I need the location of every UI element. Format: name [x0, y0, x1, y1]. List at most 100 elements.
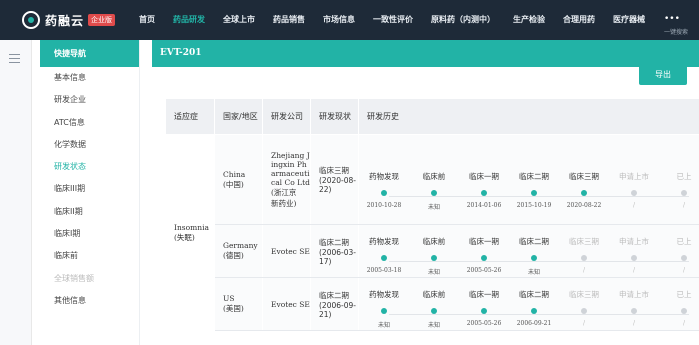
- nav-more-button[interactable]: ••• 一键搜索: [660, 0, 694, 40]
- timeline-stage: 申请上市 /: [609, 289, 659, 329]
- sidebar-item[interactable]: ATC信息: [40, 112, 139, 134]
- sidebar-item[interactable]: 其他信息: [40, 290, 139, 312]
- stage-pending-dot: [631, 189, 637, 196]
- stage-date: 未知: [377, 322, 390, 329]
- sidebar-item[interactable]: 临床I期: [40, 223, 139, 245]
- top-navigation-bar: 药融云 企业版 首页 药品研发 全球上市 药品销售 市场信息 一致性评价 原料药（内测中）生…: [0, 0, 699, 40]
- stage-complete-dot: [431, 189, 437, 196]
- main-content: EVT-201 导出 适应症 国家/地区 研发公司 研发现状 研发历史 Insomnia…: [152, 40, 699, 345]
- country-cell: Germany (德国): [214, 224, 263, 278]
- timeline-stage: 已上 /: [659, 289, 699, 329]
- stage-label: 药物发现: [369, 290, 399, 299]
- stage-date: 2005-05-26: [466, 320, 502, 327]
- stage-date: /: [682, 320, 686, 327]
- sidebar-item[interactable]: 研发企业: [40, 89, 139, 111]
- stage-date: /: [632, 201, 636, 209]
- export-button[interactable]: 导出: [639, 65, 687, 85]
- menu-icon[interactable]: [9, 54, 20, 63]
- sidebar-collapse-rail: [0, 40, 32, 345]
- nav-item[interactable]: 药品销售: [264, 0, 314, 40]
- column-header: 研发公司: [262, 98, 311, 135]
- stage-pending-dot: [581, 255, 587, 261]
- stage-label: 临床三期: [569, 171, 599, 181]
- stage-label: 临床二期: [519, 171, 549, 181]
- stage-date: 2010-10-28: [366, 201, 402, 209]
- timeline-stage: 临床三期 /: [559, 289, 609, 329]
- sidebar-item[interactable]: 临床II期: [40, 201, 139, 223]
- nav-item[interactable]: 药品研发: [164, 0, 214, 40]
- company-cell: Evotec SE: [262, 224, 311, 278]
- nav-item[interactable]: 原料药（内测中）: [422, 0, 504, 40]
- column-header: 研发历史: [358, 98, 699, 135]
- timeline-stage: 药物发现 2010-10-28: [359, 171, 409, 211]
- sidebar-item[interactable]: 基本信息: [40, 67, 139, 89]
- quick-search-label[interactable]: 一键搜索: [664, 27, 688, 36]
- stage-label: 临床前: [422, 290, 446, 299]
- development-timeline: 药物发现 2005-03-18 临床前 未知 临床一期 2005-05-26 临床二期 未知临…: [359, 226, 699, 276]
- timeline-stage: 临床前 未知: [409, 171, 459, 211]
- sidebar-item[interactable]: 研发状态: [40, 156, 139, 178]
- nav-item[interactable]: 生产检验: [504, 0, 554, 40]
- country-cell: US (美国): [214, 277, 263, 331]
- sidebar-item[interactable]: 化学数据: [40, 134, 139, 156]
- country-cell: China (中国): [214, 134, 263, 225]
- timeline-stage: 临床二期 未知: [509, 236, 559, 276]
- stage-complete-dot: [381, 189, 387, 196]
- stage-date: 未知: [427, 322, 440, 329]
- timeline-track: [389, 195, 689, 197]
- brand-logo[interactable]: 药融云 企业版: [0, 11, 130, 29]
- timeline-track: [389, 261, 689, 262]
- table-row: Germany (德国) Evotec SE 临床二期 (2006-03- 17) 药物发现…: [166, 224, 699, 278]
- stage-label: 临床前: [422, 237, 446, 246]
- timeline-stage: 临床前 未知: [409, 236, 459, 276]
- logo-icon: [22, 11, 40, 29]
- column-header: 研发现状: [310, 98, 359, 135]
- timeline-stage: 申请上市 /: [609, 236, 659, 276]
- stage-complete-dot: [481, 255, 487, 261]
- stage-label: 临床一期: [469, 290, 499, 299]
- table-row: Insomnia (失眠) China (中国) Zhejiang Jingxin Ph…: [165, 134, 699, 331]
- stage-complete-dot: [531, 255, 537, 261]
- stage-pending-dot: [681, 308, 687, 314]
- stage-label: 已上: [676, 171, 692, 181]
- nav-item[interactable]: 合理用药: [554, 0, 604, 40]
- nav-item[interactable]: 市场信息: [314, 0, 364, 40]
- stage-label: 临床一期: [469, 171, 499, 181]
- stage-date: 未知: [427, 203, 440, 211]
- table-header-row: 适应症 国家/地区 研发公司 研发现状 研发历史: [165, 98, 699, 135]
- timeline-stage: 临床前 未知: [409, 289, 459, 329]
- stage-date: /: [682, 201, 686, 209]
- status-cell: 临床二期 (2006-09- 21): [310, 277, 359, 331]
- main-nav: 首页 药品研发 全球上市 药品销售 市场信息 一致性评价 原料药（内测中） 生产检验 合理用药医…: [130, 0, 654, 40]
- timeline-stage: 已上 /: [659, 171, 699, 211]
- stage-label: 已上: [676, 290, 692, 299]
- sidebar-item[interactable]: 全球销售额: [40, 268, 139, 290]
- stage-complete-dot: [381, 308, 387, 314]
- nav-item[interactable]: 一致性评价: [364, 0, 422, 40]
- stage-label: 申请上市: [619, 290, 649, 299]
- column-header: 国家/地区: [214, 98, 263, 135]
- brand-name: 药融云: [45, 13, 85, 28]
- column-header: 适应症: [165, 98, 215, 135]
- sidebar-item[interactable]: 临床前: [40, 245, 139, 267]
- stage-label: 申请上市: [619, 237, 649, 246]
- sidebar-item[interactable]: 临床III期: [40, 178, 139, 200]
- stage-pending-dot: [631, 308, 637, 314]
- development-timeline: 药物发现 未知 临床前 未知 临床一期 2005-05-26 临床二期 2006-09-21 临…: [359, 279, 699, 329]
- stage-date: /: [632, 267, 636, 274]
- nav-item[interactable]: 首页: [130, 0, 164, 40]
- stage-date: /: [682, 267, 686, 274]
- stage-date: 2015-10-19: [516, 201, 552, 209]
- stage-pending-dot: [631, 255, 637, 261]
- stage-complete-dot: [531, 308, 537, 314]
- stage-pending-dot: [581, 308, 587, 314]
- nav-item[interactable]: 医疗器械: [604, 0, 654, 40]
- timeline-stage: 临床三期 2020-08-22: [559, 171, 609, 211]
- development-status-table: 适应症 国家/地区 研发公司 研发现状 研发历史 Insomnia (失眠) China (中…: [165, 98, 699, 331]
- stage-date: 2020-08-22: [566, 201, 602, 209]
- stage-complete-dot: [431, 255, 437, 261]
- timeline-stage: 临床一期 2005-05-26: [459, 289, 509, 329]
- table-row: US (美国) Evotec SE 临床二期 (2006-09- 21) 药物发现 未知 临床前…: [166, 277, 699, 331]
- nav-item[interactable]: 全球上市: [214, 0, 264, 40]
- stage-date: 2006-09-21: [516, 320, 552, 327]
